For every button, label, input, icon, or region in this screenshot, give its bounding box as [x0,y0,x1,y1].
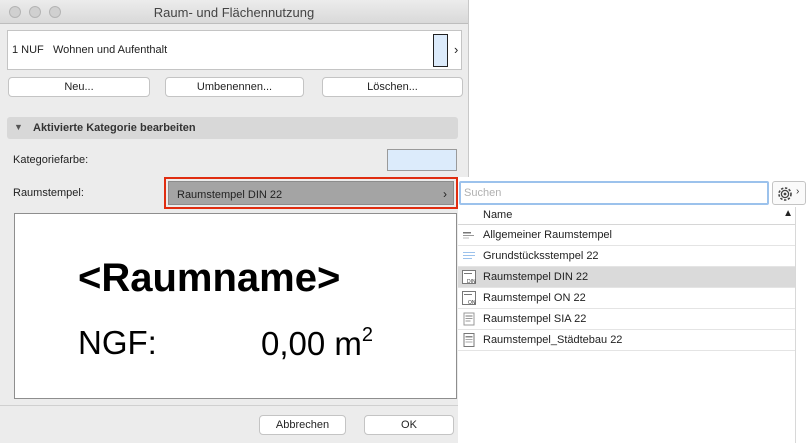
delete-button[interactable]: Löschen... [322,77,463,97]
svg-text:DIN: DIN [467,279,476,285]
chevron-right-icon: › [796,186,800,197]
stamp-picker-popover: Suchen › Name ▲ Allgemeiner Raumstempel … [458,177,809,443]
list-item[interactable]: DIN Raumstempel DIN 22 [458,267,795,288]
sort-ascending-icon[interactable]: ▲ [783,208,793,219]
category-color-swatch [433,34,448,67]
list-item-label: Grundstücksstempel 22 [483,250,599,262]
stamp-sia-icon [463,312,475,326]
dialog-window: Raum- und Flächennutzung 1 NUF Wohnen un… [0,0,469,443]
room-stamp-label: Raumstempel: [13,187,84,199]
category-code: 1 NUF [12,44,44,56]
stamp-urban-icon [463,333,475,347]
list-item-label: Allgemeiner Raumstempel [483,229,612,241]
stamp-plot-icon [463,252,475,259]
list-item[interactable]: Allgemeiner Raumstempel [458,225,795,246]
preview-ngf-label: NGF: [78,324,157,361]
list-divider [795,207,796,443]
preview-ngf-exponent: 2 [361,324,374,346]
category-color-well[interactable] [387,149,457,171]
stamp-generic-icon [463,232,474,239]
ok-button[interactable]: OK [364,415,454,435]
stamp-preview: <Raumname> NGF: 0,00 m2 [14,213,457,399]
chevron-right-icon: › [443,187,447,201]
category-list[interactable]: 1 NUF Wohnen und Aufenthalt › [7,30,462,70]
list-header[interactable]: Name ▲ [458,207,795,225]
settings-button[interactable]: › [772,181,806,205]
preview-ngf-number: 0,00 m [261,325,362,362]
room-stamp-selector[interactable]: Raumstempel DIN 22 › [164,177,458,209]
list-item-label: Raumstempel DIN 22 [483,271,589,283]
chevron-right-icon[interactable]: › [454,42,458,57]
list-item-label: Raumstempel ON 22 [483,292,586,304]
cancel-button[interactable]: Abbrechen [259,415,346,435]
category-name: Wohnen und Aufenthalt [53,44,168,56]
list-item[interactable]: Grundstücksstempel 22 [458,246,795,267]
preview-room-name: <Raumname> [78,256,341,300]
rename-button[interactable]: Umbenennen... [165,77,304,97]
stamp-din-icon: DIN [462,270,476,285]
list-item[interactable]: Raumstempel_Städtebau 22 [458,330,795,351]
preview-ngf-value: 0,00 m2 [261,324,373,363]
footer-divider [0,405,469,406]
title-bar: Raum- und Flächennutzung [0,0,468,24]
room-stamp-value: Raumstempel DIN 22 [177,189,283,201]
gear-icon [778,187,792,201]
new-button[interactable]: Neu... [8,77,150,97]
search-input[interactable]: Suchen [459,181,769,205]
list-item-label: Raumstempel_Städtebau 22 [483,334,623,346]
section-header[interactable]: ▼ Aktivierte Kategorie bearbeiten [7,117,458,139]
category-color-label: Kategoriefarbe: [13,154,89,166]
list-item[interactable]: Raumstempel SIA 22 [458,309,795,330]
section-title: Aktivierte Kategorie bearbeiten [33,122,196,134]
svg-text:ON: ON [468,300,476,306]
stamp-on-icon: ON [462,291,476,306]
window-title: Raum- und Flächennutzung [153,5,315,20]
disclosure-triangle-icon[interactable]: ▼ [14,122,23,132]
list-item-label: Raumstempel SIA 22 [483,313,587,325]
list-item[interactable]: ON Raumstempel ON 22 [458,288,795,309]
column-header-name[interactable]: Name [483,209,512,221]
